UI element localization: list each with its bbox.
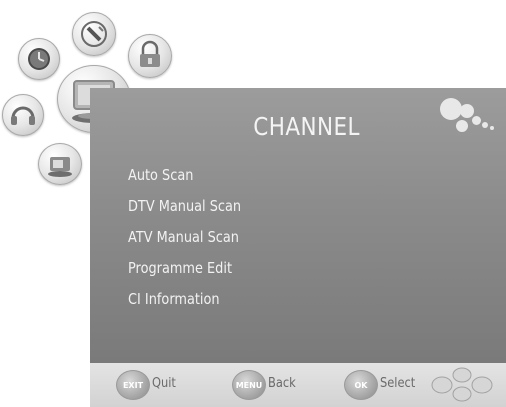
- setup-menu-bubble[interactable]: [38, 143, 82, 185]
- clock-menu-bubble[interactable]: [18, 38, 60, 80]
- lock-icon: [140, 40, 160, 67]
- exit-key-icon[interactable]: EXIT: [116, 370, 150, 400]
- sound-menu-bubble[interactable]: [2, 94, 44, 136]
- menu-item-programme-edit[interactable]: Programme Edit: [128, 253, 241, 284]
- picture-menu-bubble[interactable]: [72, 12, 116, 56]
- headphones-icon: [11, 106, 35, 125]
- select-label: Select: [380, 376, 416, 391]
- logo-dot: [482, 122, 488, 128]
- back-label: Back: [268, 376, 296, 391]
- logo-dot: [490, 126, 494, 130]
- setup-icon: [48, 157, 72, 177]
- channel-menu-list: Auto Scan DTV Manual Scan ATV Manual Sca…: [128, 160, 259, 315]
- lock-menu-bubble[interactable]: [128, 34, 172, 78]
- quit-label: Quit: [152, 376, 176, 391]
- menu-item-dtv-manual-scan[interactable]: DTV Manual Scan: [128, 191, 241, 222]
- ok-key-icon[interactable]: OK: [344, 370, 378, 400]
- menu-key-icon[interactable]: MENU: [232, 370, 266, 400]
- clock-icon: [28, 48, 50, 70]
- menu-item-ci-information[interactable]: CI Information: [128, 284, 241, 315]
- gauge-icon: [81, 21, 107, 47]
- navigation-pad-icon: [430, 366, 494, 402]
- menu-item-auto-scan[interactable]: Auto Scan: [128, 160, 241, 191]
- page-title: CHANNEL: [253, 112, 360, 141]
- menu-item-atv-manual-scan[interactable]: ATV Manual Scan: [128, 222, 241, 253]
